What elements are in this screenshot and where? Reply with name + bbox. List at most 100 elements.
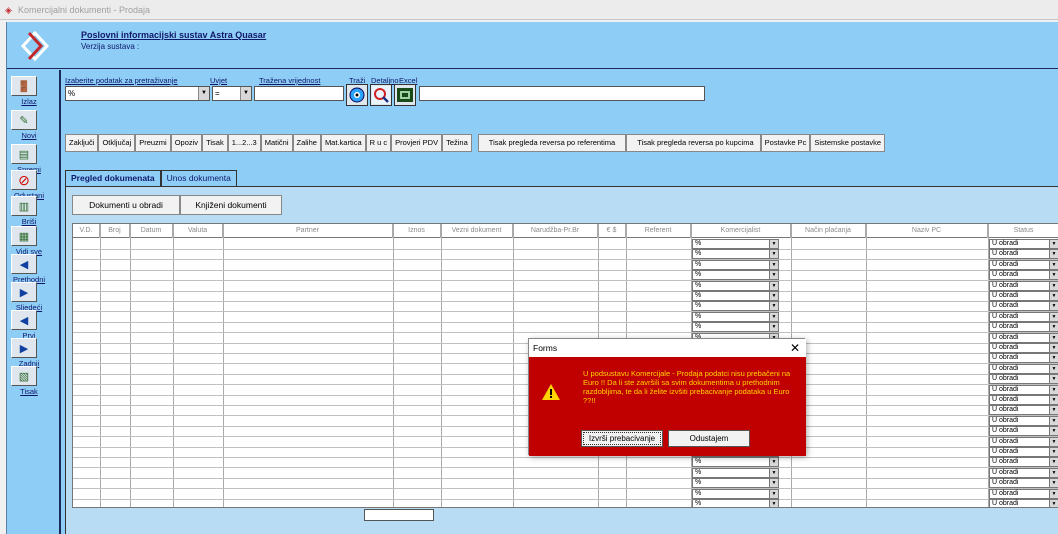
chevron-down-icon[interactable]: ▼ [240,87,251,100]
chevron-down-icon[interactable]: ▼ [1049,271,1058,280]
tab-unos-dokumenta[interactable]: Unos dokumenta [160,170,237,186]
status-select[interactable]: U obradi ▼ [989,311,1058,322]
chevron-down-icon[interactable]: ▼ [1049,468,1058,477]
column-header[interactable]: Narudžba-Pr.Br [513,224,598,238]
komercijalist-select[interactable]: %▼ [692,311,779,322]
table-row[interactable]: %▼U obradi▼ [73,239,1058,250]
column-header[interactable]: Način plaćanja [791,224,866,238]
status-select[interactable]: U obradi ▼ [989,301,1058,312]
status-select[interactable]: U obradi ▼ [989,488,1058,499]
sidebar-button-zadnji[interactable]: ▶ [11,338,37,358]
chevron-down-icon[interactable]: ▼ [1049,250,1058,259]
chevron-down-icon[interactable]: ▼ [769,292,778,300]
excel-button[interactable] [394,84,416,106]
sidebar-button-briši[interactable]: ▥ [11,196,37,216]
status-select[interactable]: U obradi ▼ [989,343,1058,353]
sidebar-button-odustani[interactable]: ⊘ [11,170,37,190]
sidebar-button-tisak[interactable]: ▧ [11,366,37,386]
sidebar-button-novi[interactable]: ✎ [11,110,37,130]
chevron-down-icon[interactable]: ▼ [1049,458,1058,467]
chevron-down-icon[interactable]: ▼ [1049,292,1058,300]
chevron-down-icon[interactable]: ▼ [769,312,778,321]
column-header[interactable]: Iznos [393,224,441,238]
toolbar-button[interactable]: Opoziv [170,134,203,152]
komercijalist-select[interactable]: %▼ [692,259,779,270]
status-select[interactable]: U obradi ▼ [989,249,1058,260]
status-select[interactable]: U obradi ▼ [989,332,1058,343]
chevron-down-icon[interactable]: ▼ [1049,416,1058,425]
column-header[interactable]: Vezni dokument [441,224,513,238]
chevron-down-icon[interactable]: ▼ [1049,437,1058,446]
sidebar-label-novi[interactable]: Novi [9,131,49,140]
status-select[interactable]: U obradi ▼ [989,291,1058,301]
documents-in-process-button[interactable]: Dokumenti u obradi [72,195,180,215]
toolbar-button[interactable]: Zaključi [65,134,99,152]
table-row[interactable]: %▼U obradi▼ [73,270,1058,282]
chevron-down-icon[interactable]: ▼ [1049,427,1058,436]
chevron-down-icon[interactable]: ▼ [769,323,778,332]
column-header[interactable]: V.D. [73,224,100,238]
detail-search-button[interactable] [370,84,392,106]
komercijalist-select[interactable]: %▼ [692,239,779,249]
sidebar-button-izlaz[interactable]: 🚪 [11,76,37,96]
toolbar-button[interactable]: Preuzmi [135,134,171,152]
table-row[interactable]: %▼U obradi▼ [73,478,1058,490]
chevron-down-icon[interactable]: ▼ [1049,281,1058,290]
chevron-down-icon[interactable]: ▼ [769,489,778,498]
column-header[interactable]: Datum [130,224,173,238]
status-select[interactable]: U obradi ▼ [989,259,1058,270]
tab-pregled-dokumenata[interactable]: Pregled dokumenata [65,170,161,186]
chevron-down-icon[interactable]: ▼ [1049,333,1058,342]
komercijalist-select[interactable]: %▼ [692,499,779,507]
status-select[interactable]: U obradi ▼ [989,405,1058,416]
chevron-down-icon[interactable]: ▼ [769,458,778,467]
sidebar-button-vidi-sve[interactable]: ▦ [11,226,37,246]
chevron-down-icon[interactable]: ▼ [1049,479,1058,488]
column-header[interactable]: Partner [223,224,393,238]
sidebar-label-izlaz[interactable]: Izlaz [9,97,49,106]
toolbar-button[interactable]: Mat.kartica [320,134,366,152]
table-row[interactable]: %▼ U obradi▼ [73,311,1058,323]
close-icon[interactable]: ✕ [790,339,800,357]
komercijalist-select[interactable]: %▼ [692,457,779,468]
sidebar-label-briši[interactable]: Briši [9,217,49,226]
status-select[interactable]: U obradi ▼ [989,395,1058,405]
komercijalist-select[interactable]: %▼ [692,488,779,499]
execute-conversion-button[interactable]: Izvrši prebacivanje [581,430,663,447]
status-select[interactable]: U obradi ▼ [989,467,1058,478]
status-select[interactable]: U obradi ▼ [989,415,1058,426]
toolbar-button[interactable]: R u c [365,134,392,152]
chevron-down-icon[interactable]: ▼ [769,479,778,488]
search-value-input[interactable] [254,86,344,101]
chevron-down-icon[interactable]: ▼ [1049,396,1058,404]
chevron-down-icon[interactable]: ▼ [1049,364,1058,373]
status-select[interactable]: U obradi ▼ [989,374,1058,385]
chevron-down-icon[interactable]: ▼ [1049,312,1058,321]
sidebar-label-tisak[interactable]: Tisak [9,387,49,396]
chevron-down-icon[interactable]: ▼ [769,271,778,280]
cancel-button[interactable]: Odustajem [668,430,750,447]
table-row[interactable]: %▼U obradi▼ [73,467,1058,479]
posted-documents-button[interactable]: Knjiženi dokumenti [180,195,282,215]
status-select[interactable]: U obradi ▼ [989,447,1058,457]
table-row[interactable]: %▼U obradi▼ [73,457,1058,469]
chevron-down-icon[interactable]: ▼ [1049,260,1058,269]
table-row[interactable]: %▼U obradi▼ [73,280,1058,292]
field-select[interactable]: % ▼ [65,86,210,101]
sidebar-button-spremi[interactable]: ▤ [11,144,37,164]
search-button[interactable] [346,84,368,106]
chevron-down-icon[interactable]: ▼ [769,500,778,507]
chevron-down-icon[interactable]: ▼ [1049,354,1058,363]
toolbar-button[interactable]: Postavke Pc [760,134,811,152]
toolbar-button[interactable]: Otključaj [98,134,136,152]
komercijalist-select[interactable]: %▼ [692,249,779,260]
toolbar-button[interactable]: Tisak pregleda reversa po kupcima [626,134,761,152]
toolbar-button[interactable]: Provjeri PDV [391,134,443,152]
chevron-down-icon[interactable]: ▼ [1049,344,1058,352]
status-select[interactable]: U obradi ▼ [989,280,1058,291]
chevron-down-icon[interactable]: ▼ [769,281,778,290]
toolbar-button[interactable]: 1...2...3 [227,134,261,152]
status-select[interactable]: U obradi ▼ [989,363,1058,374]
status-select[interactable]: U obradi ▼ [989,270,1058,281]
status-select[interactable]: U obradi ▼ [989,436,1058,447]
